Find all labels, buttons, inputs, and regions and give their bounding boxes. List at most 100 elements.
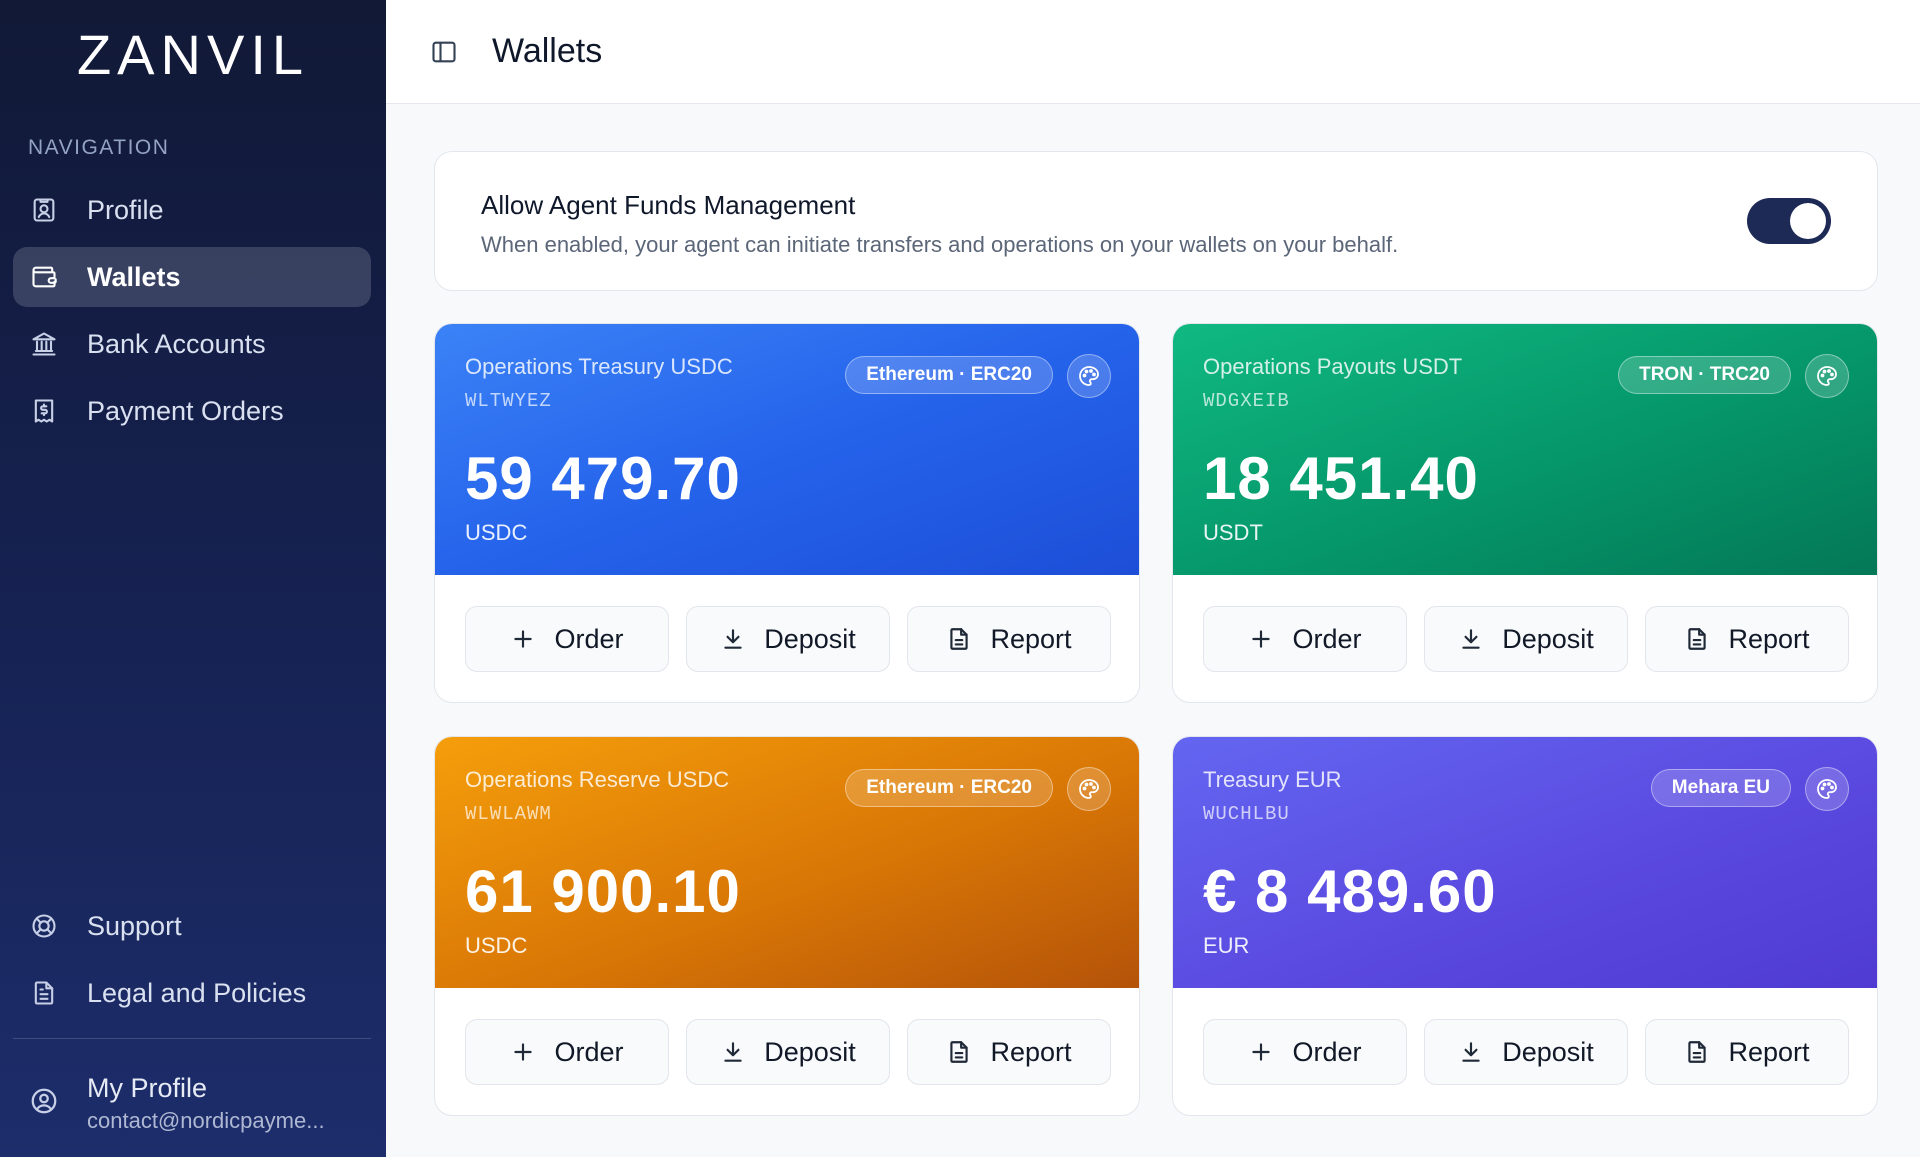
deposit-label: Deposit [764, 1036, 856, 1067]
deposit-label: Deposit [1502, 1036, 1594, 1067]
brand-logo[interactable]: ZANVIL [0, 22, 386, 87]
network-badge: TRON · TRC20 [1618, 356, 1791, 394]
wallet-icon [29, 262, 59, 292]
wallet-card-header: Operations Reserve USDC WLWLAWM 61 900.1… [435, 737, 1139, 988]
wallet-card: Operations Reserve USDC WLWLAWM 61 900.1… [434, 736, 1140, 1116]
bank-icon [29, 329, 59, 359]
deposit-button[interactable]: Deposit [686, 1019, 890, 1085]
sidebar-item-label: Legal and Policies [87, 977, 307, 1008]
lifebuoy-icon [29, 911, 59, 941]
wallet-actions: Order Deposit Report [465, 1019, 1111, 1085]
document-icon [1688, 1041, 1707, 1063]
order-button[interactable]: Order [465, 606, 669, 672]
document-icon [29, 978, 59, 1008]
wallet-card: Treasury EUR WUCHLBU € 8 489.60 EUR Meha… [1172, 736, 1878, 1116]
download-icon [1462, 1042, 1480, 1062]
deposit-button[interactable]: Deposit [1424, 1019, 1628, 1085]
sidebar-item-label: Support [87, 910, 182, 941]
network-badge: Ethereum · ERC20 [845, 356, 1053, 394]
wallet-card-header: Operations Payouts USDT WDGXEIB 18 451.4… [1173, 324, 1877, 575]
wallet-name: Treasury EUR [1203, 767, 1342, 792]
palette-icon[interactable] [1067, 767, 1111, 811]
sidebar-item-label: Wallets [87, 261, 181, 292]
report-label: Report [1728, 623, 1810, 654]
order-label: Order [1292, 1036, 1362, 1067]
sidebar-item-profile[interactable]: Profile [13, 180, 371, 240]
sidebar: ZANVIL NAVIGATION Profile Wallets Bank A… [0, 0, 386, 1157]
wallet-currency: USDT [1203, 520, 1263, 545]
profile-name: My Profile [87, 1072, 208, 1103]
wallet-code: WLWLAWM [465, 803, 552, 825]
sidebar-item-wallets[interactable]: Wallets [13, 247, 371, 307]
wallet-code: WUCHLBU [1203, 803, 1290, 825]
plus-icon [514, 1043, 533, 1061]
wallet-actions: Order Deposit Report [465, 606, 1111, 672]
report-label: Report [990, 1036, 1072, 1067]
agent-funds-card: Allow Agent Funds Management When enable… [434, 151, 1878, 291]
order-button[interactable]: Order [465, 1019, 669, 1085]
report-button[interactable]: Report [1645, 606, 1849, 672]
document-icon [950, 1041, 969, 1063]
download-icon [724, 629, 742, 649]
wallet-name: Operations Payouts USDT [1203, 354, 1463, 379]
palette-icon[interactable] [1805, 354, 1849, 398]
wallet-balance: € 8 489.60 [1203, 858, 1497, 925]
palette-icon[interactable] [1805, 767, 1849, 811]
plus-icon [1252, 1043, 1271, 1061]
wallet-balance: 59 479.70 [465, 445, 741, 512]
sidebar-toggle-icon[interactable] [430, 38, 458, 66]
wallet-code: WLTWYEZ [465, 390, 552, 412]
report-label: Report [1728, 1036, 1810, 1067]
sidebar-item-support[interactable]: Support [13, 896, 371, 956]
wallet-name: Operations Reserve USDC [465, 767, 730, 792]
contact-card-icon [29, 195, 59, 225]
wallet-code: WDGXEIB [1203, 390, 1290, 412]
wallet-card-header: Operations Treasury USDC WLTWYEZ 59 479.… [435, 324, 1139, 575]
deposit-button[interactable]: Deposit [686, 606, 890, 672]
wallet-currency: USDC [465, 520, 528, 545]
deposit-button[interactable]: Deposit [1424, 606, 1628, 672]
profile-email: contact@nordicpayme... [87, 1107, 325, 1133]
deposit-label: Deposit [764, 623, 856, 654]
nav-section-label: NAVIGATION [28, 136, 170, 159]
order-button[interactable]: Order [1203, 1019, 1407, 1085]
report-label: Report [990, 623, 1072, 654]
page-title: Wallets [492, 32, 603, 70]
palette-icon[interactable] [1067, 354, 1111, 398]
order-label: Order [1292, 623, 1362, 654]
document-icon [950, 628, 969, 650]
profile-menu[interactable]: My Profile contact@nordicpayme... [13, 1058, 371, 1148]
report-button[interactable]: Report [1645, 1019, 1849, 1085]
network-badge: Ethereum · ERC20 [845, 769, 1053, 807]
agent-funds-toggle[interactable] [1747, 198, 1831, 244]
wallet-actions: Order Deposit Report [1203, 1019, 1849, 1085]
sidebar-item-legal[interactable]: Legal and Policies [13, 963, 371, 1023]
toggle-knob [1790, 203, 1826, 239]
sidebar-item-bank-accounts[interactable]: Bank Accounts [13, 314, 371, 374]
sidebar-item-label: Bank Accounts [87, 328, 266, 359]
wallet-balance: 61 900.10 [465, 858, 741, 925]
sidebar-divider [13, 1038, 371, 1039]
report-button[interactable]: Report [907, 606, 1111, 672]
page-header: Wallets [386, 0, 1920, 104]
agent-funds-title: Allow Agent Funds Management [481, 190, 856, 220]
sidebar-item-payment-orders[interactable]: Payment Orders [13, 381, 371, 441]
receipt-icon [29, 396, 59, 426]
wallet-currency: EUR [1203, 933, 1250, 958]
wallet-card-header: Treasury EUR WUCHLBU € 8 489.60 EUR Meha… [1173, 737, 1877, 988]
wallet-name: Operations Treasury USDC [465, 354, 733, 379]
report-button[interactable]: Report [907, 1019, 1111, 1085]
agent-funds-description: When enabled, your agent can initiate tr… [481, 232, 1399, 257]
wallet-card: Operations Payouts USDT WDGXEIB 18 451.4… [1172, 323, 1878, 703]
download-icon [724, 1042, 742, 1062]
wallet-balance: 18 451.40 [1203, 445, 1479, 512]
plus-icon [514, 630, 533, 648]
order-button[interactable]: Order [1203, 606, 1407, 672]
document-icon [1688, 628, 1707, 650]
sidebar-item-label: Payment Orders [87, 395, 284, 426]
deposit-label: Deposit [1502, 623, 1594, 654]
plus-icon [1252, 630, 1271, 648]
order-label: Order [554, 623, 624, 654]
wallet-currency: USDC [465, 933, 528, 958]
network-badge: Mehara EU [1650, 769, 1791, 807]
